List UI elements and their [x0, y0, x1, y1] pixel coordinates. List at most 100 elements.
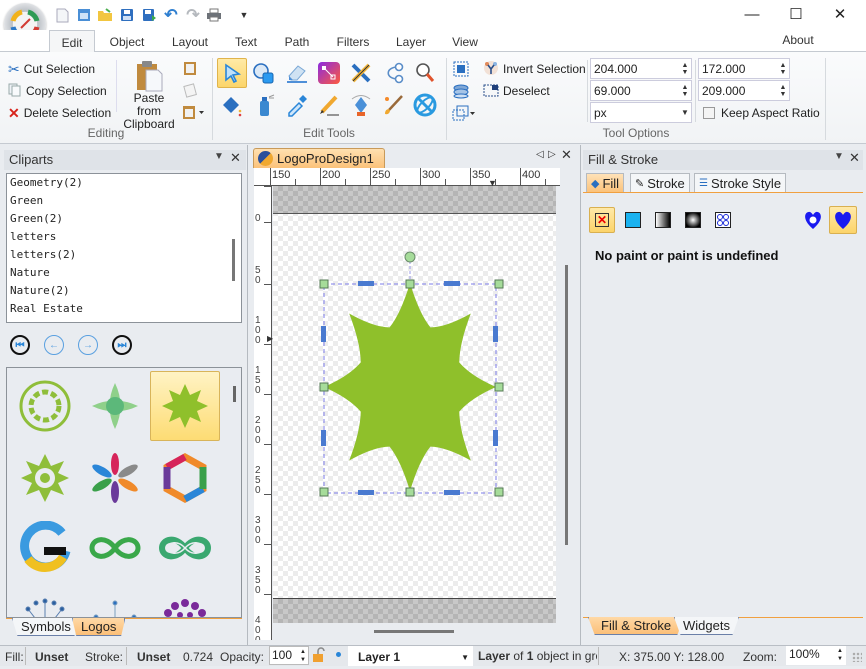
tab-filters[interactable]: Filters [330, 32, 376, 52]
selection-mode-dropdown[interactable] [452, 105, 476, 121]
save-icon[interactable] [119, 7, 135, 23]
sphere-tool-button[interactable] [410, 90, 440, 120]
category-item[interactable]: Green [7, 192, 241, 210]
clipart-logo-item[interactable] [80, 513, 150, 583]
invert-selection-button[interactable]: Invert Selection [483, 59, 586, 79]
deselect-button[interactable]: Deselect [483, 81, 550, 101]
clipart-category-list[interactable]: Geometry(2) Green Green(2) letters lette… [6, 173, 242, 323]
flat-color-button[interactable] [625, 212, 641, 228]
tab-widgets[interactable]: Widgets [674, 617, 739, 635]
minimize-button[interactable]: — [737, 4, 767, 26]
close-button[interactable]: ✕ [825, 4, 855, 26]
tab-fill-and-stroke[interactable]: Fill & Stroke [588, 617, 685, 635]
category-list-scrollbar[interactable] [232, 239, 235, 281]
category-item[interactable]: letters(2) [7, 246, 241, 264]
layer-select[interactable]: Layer 1 ▼ [348, 646, 473, 666]
fill-rule-nonzero-button[interactable] [829, 206, 857, 234]
clipart-logo-item[interactable] [150, 513, 220, 583]
document-tab[interactable]: LogoProDesign1 [253, 148, 385, 168]
width-input[interactable]: 172.000 ▲ ▼ [698, 58, 790, 79]
paint-bucket-tool-button[interactable] [217, 90, 247, 120]
customize-dropdown-icon[interactable]: ▼ [236, 7, 252, 23]
scale-handle[interactable] [319, 382, 329, 392]
category-item[interactable]: letters [7, 228, 241, 246]
star-shape[interactable] [324, 283, 496, 491]
category-item[interactable]: Green(2) [7, 210, 241, 228]
width-spin-arrows[interactable]: ▲ ▼ [777, 62, 789, 76]
linear-gradient-button[interactable] [655, 212, 671, 228]
scale-handle[interactable] [319, 279, 329, 289]
category-item[interactable]: Nature [7, 264, 241, 282]
opacity-input[interactable]: 100 ▲ ▼ [269, 646, 309, 665]
clipart-logo-item[interactable] [80, 371, 150, 441]
scale-handle[interactable] [405, 487, 415, 497]
select-tool-button[interactable] [217, 58, 247, 88]
close-cliparts-panel-icon[interactable]: ✕ [230, 150, 241, 166]
lock-toggle[interactable] [312, 647, 326, 663]
logo-grid-scrollbar[interactable] [233, 386, 236, 402]
redo-icon[interactable]: ↷ [185, 7, 201, 24]
scale-handle[interactable] [494, 382, 504, 392]
undo-icon[interactable]: ↶ [163, 7, 179, 24]
vertical-scrollbar[interactable] [565, 265, 568, 545]
y-position-input[interactable]: 69.000 ▲ ▼ [590, 80, 692, 101]
category-item[interactable]: Geometry(2) [7, 174, 241, 192]
last-page-button[interactable]: ⏭ [112, 335, 132, 355]
tab-object[interactable]: Object [103, 32, 151, 52]
keep-aspect-ratio-checkbox[interactable]: Keep Aspect Ratio [703, 103, 820, 123]
prev-page-button[interactable]: ← [44, 335, 64, 355]
tab-logos[interactable]: Logos [72, 618, 126, 636]
paste-in-place-icon[interactable] [183, 82, 197, 98]
copy-selection-button[interactable]: Copy Selection [8, 81, 107, 101]
scale-handle[interactable] [494, 279, 504, 289]
brush-tool-button[interactable] [378, 90, 408, 120]
cut-selection-button[interactable]: ✂ Cut Selection [8, 59, 95, 79]
scale-handle[interactable] [494, 487, 504, 497]
pencil-tool-button[interactable] [314, 90, 344, 120]
skew-handle[interactable] [444, 490, 460, 495]
skew-handle[interactable] [493, 430, 498, 446]
next-page-button[interactable]: → [78, 335, 98, 355]
fill-rule-evenodd-button[interactable] [803, 209, 823, 231]
first-page-button[interactable]: ⏮ [10, 335, 30, 355]
clipart-logo-item[interactable] [80, 583, 150, 617]
panel-menu-chevron-icon[interactable]: ▼ [214, 151, 224, 162]
y-spin-arrows[interactable]: ▲ ▼ [679, 84, 691, 98]
clipart-logo-item[interactable] [10, 371, 80, 441]
clipart-logo-item[interactable] [150, 583, 220, 617]
shape-tool-button[interactable] [249, 58, 279, 88]
close-fill-stroke-panel-icon[interactable]: ✕ [849, 150, 860, 166]
skew-handle[interactable] [493, 326, 498, 342]
eraser-tool-button[interactable] [282, 58, 312, 88]
node-tool-button[interactable] [314, 58, 344, 88]
category-item[interactable]: Nature(2) [7, 282, 241, 300]
skew-handle[interactable] [358, 281, 374, 286]
tab-edit[interactable]: Edit [49, 30, 95, 52]
tab-stroke-style[interactable]: ☰ Stroke Style [694, 173, 787, 192]
unit-select[interactable]: px ▼ [590, 102, 692, 123]
resize-grip[interactable] [852, 652, 862, 662]
pencil-ruler-tool-button[interactable] [346, 58, 376, 88]
tab-symbols[interactable]: Symbols [12, 618, 80, 636]
clipart-logo-item[interactable] [80, 443, 150, 513]
no-paint-button[interactable]: ✕ [589, 207, 615, 233]
clipart-logo-item[interactable] [10, 443, 80, 513]
clipart-logo-item[interactable] [10, 583, 80, 617]
height-spin-arrows[interactable]: ▲ ▼ [777, 84, 789, 98]
zoom-spin-arrows[interactable]: ▲ ▼ [837, 647, 843, 663]
panel-menu-chevron-icon[interactable]: ▼ [834, 151, 844, 162]
skew-handle[interactable] [444, 281, 460, 286]
clipart-logo-item[interactable] [150, 443, 220, 513]
scroll-tabs-left-icon[interactable]: ◁ [536, 149, 544, 160]
open-icon[interactable] [97, 7, 113, 23]
tab-text[interactable]: Text [228, 32, 264, 52]
tab-view[interactable]: View [446, 32, 484, 52]
paste-from-clipboard-button[interactable]: Paste from Clipboard [120, 58, 178, 131]
fill-value[interactable]: Unset [35, 650, 68, 664]
opacity-spin-arrows[interactable]: ▲ ▼ [300, 648, 306, 664]
select-all-layers-button[interactable] [453, 83, 469, 99]
tab-stroke[interactable]: ✎ Stroke [630, 173, 690, 192]
spray-tool-button[interactable] [249, 90, 279, 120]
scale-handle[interactable] [319, 487, 329, 497]
paste-special-dropdown[interactable] [182, 104, 206, 120]
